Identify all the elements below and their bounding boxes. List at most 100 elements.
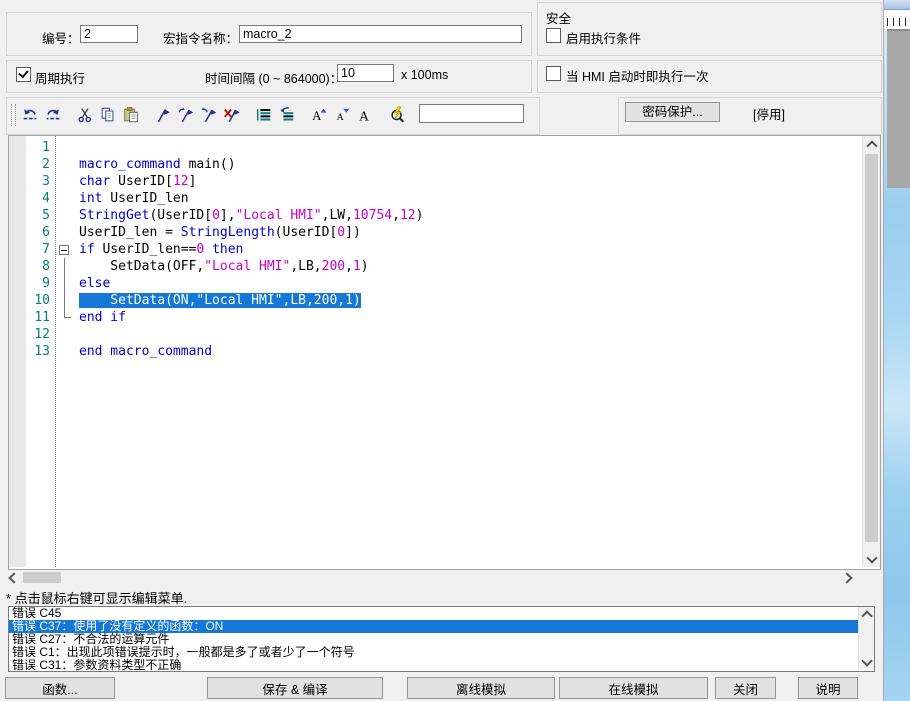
line-number: 11 bbox=[26, 309, 55, 326]
editor-vertical-scrollbar[interactable] bbox=[862, 136, 880, 567]
scroll-down-icon[interactable] bbox=[866, 552, 877, 563]
scroll-left-icon[interactable] bbox=[8, 572, 19, 583]
code-line[interactable]: 9else bbox=[26, 275, 423, 292]
code-line[interactable]: 10 SetData(ON,"Local HMI",LB,200,1) bbox=[26, 292, 423, 309]
error-list-item[interactable]: 错误 C31：参数资料类型不正确 bbox=[9, 659, 874, 672]
paste-icon[interactable] bbox=[121, 105, 141, 125]
font-increase-icon[interactable]: A bbox=[309, 105, 329, 125]
line-number: 2 bbox=[26, 156, 55, 173]
code-text bbox=[77, 139, 79, 156]
bookmark-toggle-icon[interactable] bbox=[153, 105, 173, 125]
macro-name-input[interactable] bbox=[239, 25, 522, 43]
search-input[interactable] bbox=[419, 104, 524, 123]
ruler-ticks bbox=[887, 18, 908, 26]
fold-column bbox=[55, 207, 77, 224]
code-line[interactable]: 7if UserID_len==0 then bbox=[26, 241, 423, 258]
toolbar: AAA bbox=[6, 97, 540, 135]
background-window-edge bbox=[884, 0, 910, 10]
code-text: StringGet(UserID[0],"Local HMI",LW,10754… bbox=[77, 207, 423, 224]
code-line[interactable]: 11 end if bbox=[26, 309, 423, 326]
code-text: end if bbox=[77, 309, 126, 326]
code-line[interactable]: 8 SetData(OFF,"Local HMI",LB,200,1) bbox=[26, 258, 423, 275]
editor-hint-text: * 点击鼠标右键可显示编辑菜单. bbox=[6, 588, 187, 607]
line-number: 1 bbox=[26, 139, 55, 156]
fold-column bbox=[55, 173, 77, 190]
code-line[interactable]: 2 macro_command main() bbox=[26, 156, 423, 173]
save-compile-button[interactable]: 保存 & 编译 bbox=[207, 677, 383, 699]
bookmark-prev-icon[interactable] bbox=[199, 105, 219, 125]
enable-condition-checkbox[interactable] bbox=[546, 28, 561, 43]
fold-column bbox=[55, 275, 77, 292]
fold-column bbox=[55, 156, 77, 173]
code-lines: 12 macro_command main()3char UserID[12]4i… bbox=[26, 139, 423, 360]
code-text: int UserID_len bbox=[77, 190, 189, 207]
toolbar-gripper[interactable] bbox=[11, 104, 16, 126]
interval-unit-label: x 100ms bbox=[401, 68, 448, 82]
fold-column bbox=[55, 190, 77, 207]
undo-icon[interactable] bbox=[20, 105, 40, 125]
redo-icon[interactable] bbox=[43, 105, 63, 125]
error-items: 错误 C45错误 C37：使用了没有定义的函数：ON错误 C27：不合法的运算元… bbox=[9, 607, 874, 672]
code-line[interactable]: 5StringGet(UserID[0],"Local HMI",LW,1075… bbox=[26, 207, 423, 224]
scroll-up-icon[interactable] bbox=[861, 610, 872, 621]
fold-column bbox=[55, 224, 77, 241]
periodic-label: 周期执行 bbox=[35, 68, 85, 87]
macro-name-label: 宏指令名称： bbox=[163, 28, 238, 47]
editor-margin bbox=[9, 136, 26, 567]
error-list[interactable]: 错误 C45错误 C37：使用了没有定义的函数：ON错误 C27：不合法的运算元… bbox=[8, 606, 875, 672]
line-number: 3 bbox=[26, 173, 55, 190]
functions-button[interactable]: 函数... bbox=[5, 677, 115, 699]
copy-icon[interactable] bbox=[98, 105, 118, 125]
scroll-right-icon[interactable] bbox=[841, 572, 852, 583]
bookmark-next-icon[interactable] bbox=[176, 105, 196, 125]
code-line[interactable]: 3char UserID[12] bbox=[26, 173, 423, 190]
font-decrease-icon[interactable]: A bbox=[332, 105, 352, 125]
toolbar-icons: AAA bbox=[20, 104, 410, 126]
macro-number-input[interactable] bbox=[80, 25, 138, 43]
editor-horizontal-scrollbar[interactable] bbox=[5, 570, 857, 585]
code-text: end macro_command bbox=[77, 343, 212, 360]
find-next-icon[interactable] bbox=[387, 105, 407, 125]
password-protect-button[interactable]: 密码保护... bbox=[625, 102, 720, 122]
help-button[interactable]: 说明 bbox=[798, 677, 858, 699]
macro-editor-dialog: 编号： 宏指令名称： 安全 启用执行条件 周期执行 时间间隔 (0 ~ 8640… bbox=[0, 0, 884, 701]
code-text: macro_command main() bbox=[77, 156, 236, 173]
scroll-up-icon[interactable] bbox=[866, 140, 877, 151]
code-line[interactable]: 6UserID_len = StringLength(UserID[0]) bbox=[26, 224, 423, 241]
code-editor[interactable]: 12 macro_command main()3char UserID[12]4i… bbox=[8, 135, 881, 570]
indent-icon[interactable] bbox=[254, 105, 274, 125]
svg-text:A: A bbox=[359, 108, 369, 123]
interval-input[interactable] bbox=[337, 64, 394, 82]
line-number: 6 bbox=[26, 224, 55, 241]
line-number: 9 bbox=[26, 275, 55, 292]
fold-column bbox=[55, 292, 77, 309]
font-icon[interactable]: A bbox=[355, 105, 375, 125]
vertical-scroll-thumb[interactable] bbox=[865, 154, 878, 542]
line-number: 7 bbox=[26, 241, 55, 258]
code-line[interactable]: 13 end macro_command bbox=[26, 343, 423, 360]
enable-condition-label: 启用执行条件 bbox=[566, 28, 641, 47]
svg-text:A: A bbox=[312, 109, 321, 123]
screen: 编号： 宏指令名称： 安全 启用执行条件 周期执行 时间间隔 (0 ~ 8640… bbox=[0, 0, 910, 701]
line-number: 13 bbox=[26, 343, 55, 360]
error-list-scrollbar[interactable] bbox=[858, 607, 874, 669]
fold-column bbox=[55, 139, 77, 156]
horizontal-scroll-thumb[interactable] bbox=[23, 572, 61, 583]
bookmark-clear-icon[interactable] bbox=[222, 105, 242, 125]
code-line[interactable]: 4int UserID_len bbox=[26, 190, 423, 207]
code-text: SetData(ON,"Local HMI",LB,200,1) bbox=[77, 292, 361, 309]
code-line[interactable]: 12 bbox=[26, 326, 423, 343]
fold-column bbox=[55, 343, 77, 360]
code-line[interactable]: 1 bbox=[26, 139, 423, 156]
offline-simulation-button[interactable]: 离线模拟 bbox=[407, 677, 555, 699]
code-text: SetData(OFF,"Local HMI",LB,200,1) bbox=[77, 258, 369, 275]
periodic-checkbox[interactable] bbox=[16, 67, 31, 82]
run-on-startup-checkbox[interactable] bbox=[546, 66, 561, 81]
fold-toggle-icon[interactable] bbox=[55, 241, 77, 258]
scroll-down-icon[interactable] bbox=[861, 655, 872, 666]
close-button[interactable]: 关闭 bbox=[715, 677, 776, 699]
fold-column bbox=[55, 258, 77, 275]
cut-icon[interactable] bbox=[75, 105, 95, 125]
outdent-icon[interactable] bbox=[277, 105, 297, 125]
online-simulation-button[interactable]: 在线模拟 bbox=[559, 677, 708, 699]
